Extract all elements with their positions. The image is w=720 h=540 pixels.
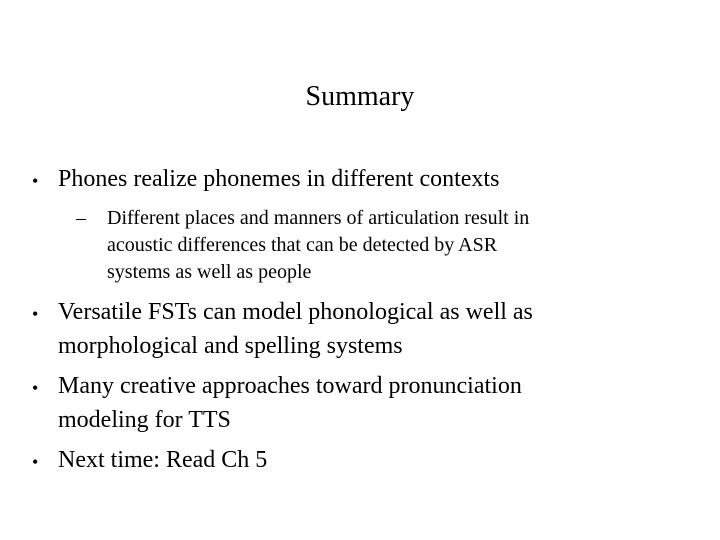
bullet-icon: •	[32, 171, 39, 191]
bullet-text: Next time: Read Ch 5	[58, 447, 268, 473]
dash-icon: –	[76, 207, 86, 229]
bullet-text: Versatile FSTs can model phonological as…	[58, 299, 533, 325]
bullet-icon: •	[32, 452, 39, 472]
sub-bullet-line: acoustic differences that can be detecte…	[107, 234, 498, 256]
sub-bullet-line: Different places and manners of articula…	[107, 207, 530, 229]
bullet-icon: •	[32, 378, 39, 398]
bullet-icon: •	[32, 304, 39, 324]
bullet-text: Many creative approaches toward pronunci…	[58, 373, 522, 399]
bullet-text: morphological and spelling systems	[58, 333, 403, 359]
bullet-text: modeling for TTS	[58, 407, 231, 433]
slide-title: Summary	[305, 81, 415, 112]
bullet-text: Phones realize phonemes in different con…	[58, 166, 500, 192]
sub-bullet-line: systems as well as people	[107, 261, 312, 283]
